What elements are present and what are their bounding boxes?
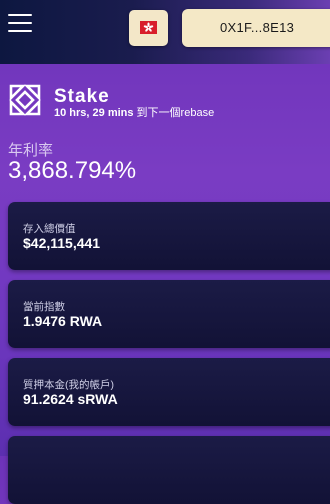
card-label: 存入總價值 [23, 223, 76, 235]
card-value: $42,115,441 [23, 235, 101, 251]
apy-value: 3,868.794% [8, 157, 137, 184]
card-value: 1.9476 RWA [23, 313, 103, 329]
rebase-time: 10 hrs, 29 mins [54, 107, 134, 119]
hamburger-menu-icon[interactable] [8, 14, 32, 34]
current-index-card: 當前指數 1.9476 RWA [8, 280, 330, 348]
next-card [8, 436, 330, 504]
staked-principal-card: 質押本金(我的帳戶) 91.2624 sRWA [8, 358, 330, 426]
top-bar: 0X1F...8E13 [0, 0, 330, 64]
language-selector-button[interactable] [129, 10, 168, 46]
stake-logo-icon [9, 84, 41, 116]
card-label: 質押本金(我的帳戶) [23, 379, 114, 391]
card-value: 91.2624 sRWA [23, 391, 118, 407]
total-value-deposited-card: 存入總價值 $42,115,441 [8, 202, 330, 270]
hong-kong-flag-icon [140, 21, 157, 34]
card-label: 當前指數 [23, 301, 65, 313]
rebase-suffix: 到下一個rebase [133, 107, 215, 119]
rebase-countdown: 10 hrs, 29 mins 到下一個rebase [54, 104, 214, 120]
wallet-address-button[interactable]: 0X1F...8E13 [182, 9, 330, 47]
